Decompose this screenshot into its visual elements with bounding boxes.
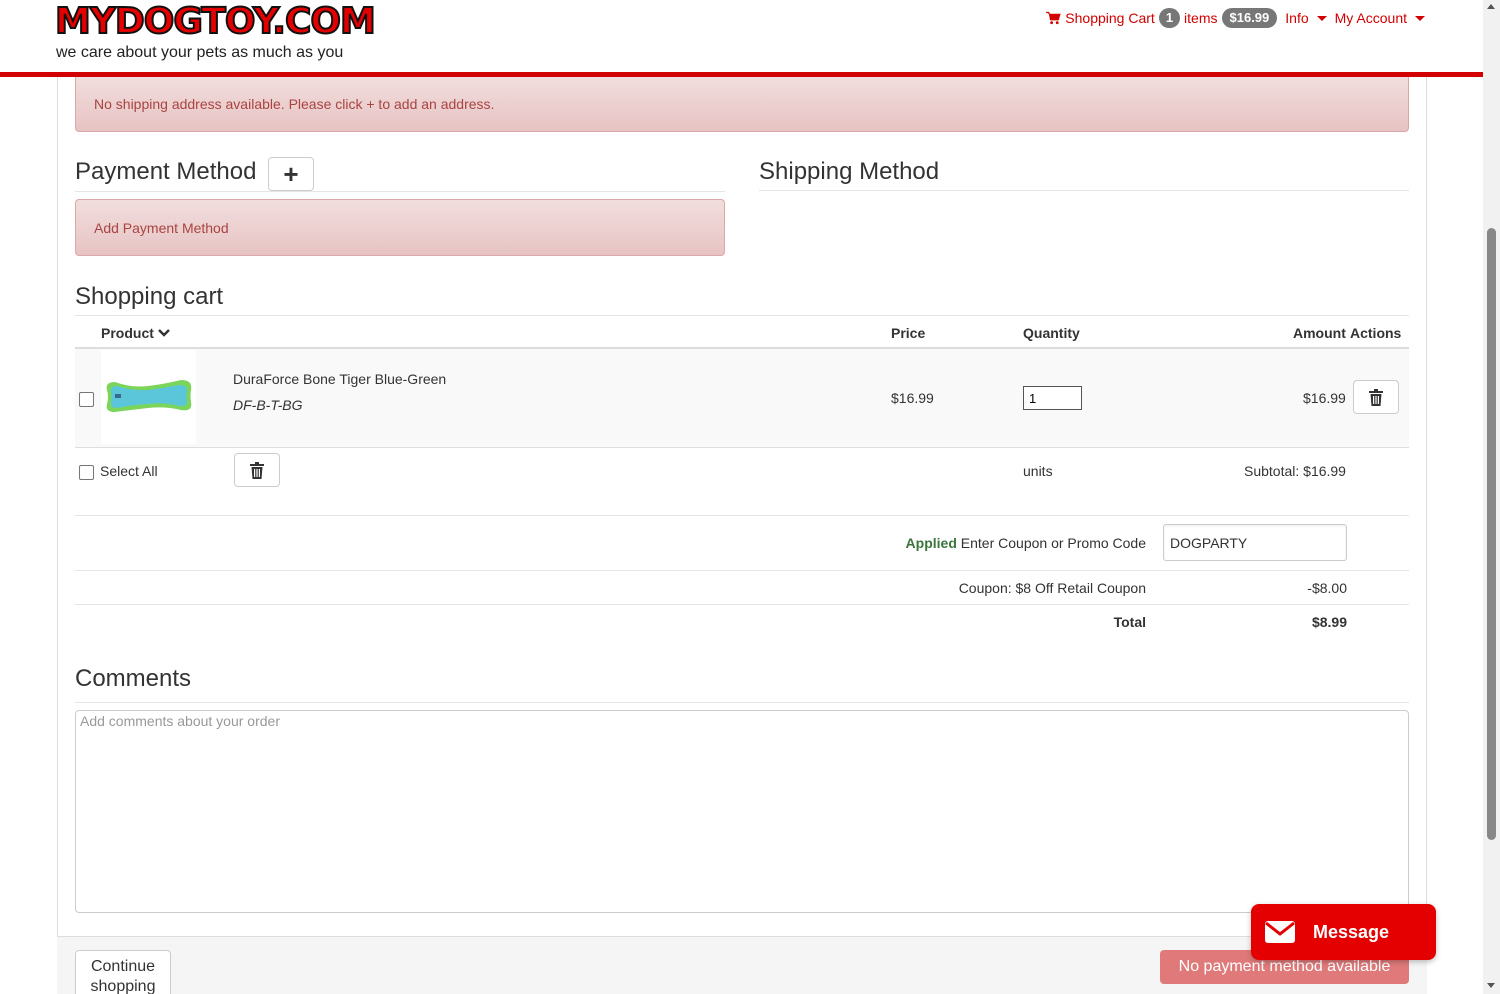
divider [75,702,1409,703]
divider [75,604,1409,605]
price-column-header: Price [891,325,926,341]
trash-icon [1369,388,1383,406]
add-payment-text: Add Payment Method [94,219,229,236]
product-column-label: Product [101,325,154,341]
chevron-down-icon [158,329,170,337]
checkout-page: MYDOGTOY.COM we care about your pets as … [0,0,1500,994]
trash-icon [250,461,264,479]
site-logo[interactable]: MYDOGTOY.COM [54,1,377,43]
divider [75,515,1409,516]
top-nav: Shopping Cart 1 items $16.99 Info My Acc… [1046,8,1425,28]
shopping-cart-link[interactable]: Shopping Cart 1 items $16.99 [1046,8,1278,28]
site-header: MYDOGTOY.COM we care about your pets as … [0,0,1483,77]
coupon-applied-status: Applied [905,535,957,551]
site-tagline: we care about your pets as much as you [56,44,344,61]
shopping-cart-title: Shopping cart [75,283,224,310]
shipping-method-title: Shipping Method [759,158,940,185]
quantity-input[interactable] [1023,386,1082,410]
cart-count-badge: 1 [1158,8,1181,28]
scroll-down-arrow-icon[interactable] [1487,983,1495,988]
subtotal-text: Subtotal: $16.99 [1244,463,1346,479]
actions-column-header: Actions [1350,325,1402,341]
add-payment-button[interactable]: + [268,157,314,191]
message-chat-button[interactable]: Message [1251,904,1436,960]
chevron-down-icon [1415,15,1425,21]
comments-title: Comments [75,665,192,692]
shopping-cart-label: Shopping Cart [1065,10,1155,26]
info-menu[interactable]: Info [1285,10,1327,26]
product-sku: DF-B-T-BG [233,397,303,413]
coupon-input[interactable] [1163,524,1347,561]
items-label: items [1184,10,1218,26]
units-label: units [1023,463,1053,479]
divider [75,191,725,192]
product-column-header[interactable]: Product [101,325,170,341]
product-image[interactable] [101,350,196,444]
my-account-menu[interactable]: My Account [1335,10,1425,26]
comments-textarea[interactable] [75,710,1409,913]
item-checkbox[interactable] [79,392,94,407]
scroll-up-arrow-icon[interactable] [1487,4,1495,9]
envelope-icon [1265,921,1295,943]
total-label: Total [1113,614,1146,630]
select-all-checkbox[interactable] [79,465,94,480]
no-address-text: No shipping address available. Please cl… [94,95,495,112]
scrollbar-thumb[interactable] [1487,228,1496,840]
coupon-line-amount: -$8.00 [1307,580,1347,596]
coupon-prompt: Enter Coupon or Promo Code [960,535,1146,551]
item-price: $16.99 [891,390,934,406]
divider [75,315,1409,316]
message-label: Message [1313,921,1390,942]
cart-total-badge: $16.99 [1221,8,1278,28]
amount-column-header: Amount [1293,325,1346,341]
divider [759,190,1409,191]
delete-selected-button[interactable] [234,453,280,487]
no-address-alert: No shipping address available. Please cl… [75,75,1409,132]
coupon-label: Applied Enter Coupon or Promo Code [906,535,1146,551]
coupon-line-label: Coupon: $8 Off Retail Coupon [958,580,1146,596]
divider [75,570,1409,571]
chevron-down-icon [1316,15,1327,21]
product-name-link[interactable]: DuraForce Bone Tiger Blue-Green [233,371,446,387]
dog-bone-toy-image [106,380,192,412]
total-amount: $8.99 [1311,614,1347,630]
add-payment-alert[interactable]: Add Payment Method [75,199,725,256]
cart-icon [1046,11,1062,25]
item-amount: $16.99 [1303,390,1346,406]
continue-shopping-button[interactable]: Continue shopping [75,950,171,994]
info-label: Info [1285,10,1309,26]
delete-item-button[interactable] [1353,380,1399,414]
quantity-column-header: Quantity [1023,325,1080,341]
page-scrollbar[interactable] [1483,0,1500,994]
select-all-label[interactable]: Select All [100,463,158,479]
payment-method-title: Payment Method [75,158,257,185]
my-account-label: My Account [1334,10,1407,26]
